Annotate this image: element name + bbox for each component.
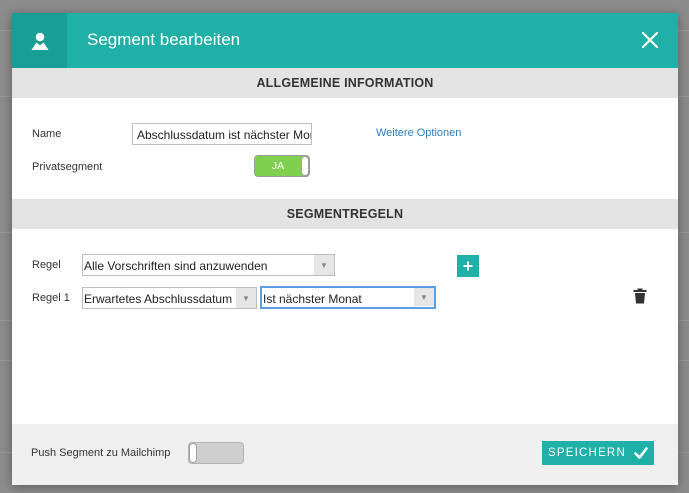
- close-icon: [641, 31, 659, 49]
- edit-segment-dialog: Segment bearbeiten ALLGEMEINE INFORMATIO…: [12, 13, 678, 485]
- delete-rule-button[interactable]: [633, 288, 647, 304]
- push-mailchimp-toggle[interactable]: [188, 442, 244, 464]
- add-rule-button[interactable]: [457, 255, 479, 277]
- section-rules-header: SEGMENTREGELN: [12, 199, 678, 229]
- plus-icon: [463, 261, 473, 271]
- rule-mode-value: Alle Vorschriften sind anzuwenden: [84, 259, 268, 273]
- save-button[interactable]: SPEICHERN: [542, 441, 654, 465]
- rule1-label: Regel 1: [32, 292, 70, 304]
- user-icon: [31, 32, 48, 50]
- chevron-down-icon: ▼: [314, 255, 334, 275]
- toggle-knob[interactable]: [301, 156, 309, 176]
- rule-mode-select[interactable]: Alle Vorschriften sind anzuwenden ▼: [82, 254, 335, 276]
- toggle-knob[interactable]: [189, 443, 197, 463]
- toggle-state-label: JA: [271, 160, 285, 172]
- private-segment-toggle[interactable]: JA: [254, 155, 310, 177]
- rule-label: Regel: [32, 259, 61, 271]
- section-general-header: ALLGEMEINE INFORMATION: [12, 68, 678, 98]
- header-icon-box: [12, 13, 67, 68]
- dialog-title: Segment bearbeiten: [87, 30, 241, 49]
- rule1-condition-select[interactable]: Ist nächster Monat ▼: [260, 286, 436, 309]
- private-segment-label: Privatsegment: [32, 161, 103, 173]
- name-label: Name: [32, 128, 62, 140]
- close-button[interactable]: [640, 30, 660, 50]
- save-button-label: SPEICHERN: [548, 447, 626, 459]
- rule1-field-value: Erwartetes Abschlussdatum: [84, 292, 233, 306]
- more-options-link[interactable]: Weitere Optionen: [376, 127, 461, 139]
- rule1-field-select[interactable]: Erwartetes Abschlussdatum ▼: [82, 287, 257, 309]
- check-icon: [634, 447, 648, 459]
- push-mailchimp-label: Push Segment zu Mailchimp: [31, 447, 171, 459]
- trash-icon: [633, 288, 647, 304]
- dialog-footer: Push Segment zu Mailchimp SPEICHERN: [12, 424, 678, 485]
- chevron-down-icon: ▼: [414, 288, 434, 306]
- name-input[interactable]: Abschlussdatum ist nächster Monat: [132, 123, 312, 145]
- chevron-down-icon: ▼: [236, 288, 256, 308]
- dialog-header: Segment bearbeiten: [12, 13, 678, 68]
- rule1-condition-value: Ist nächster Monat: [263, 292, 362, 306]
